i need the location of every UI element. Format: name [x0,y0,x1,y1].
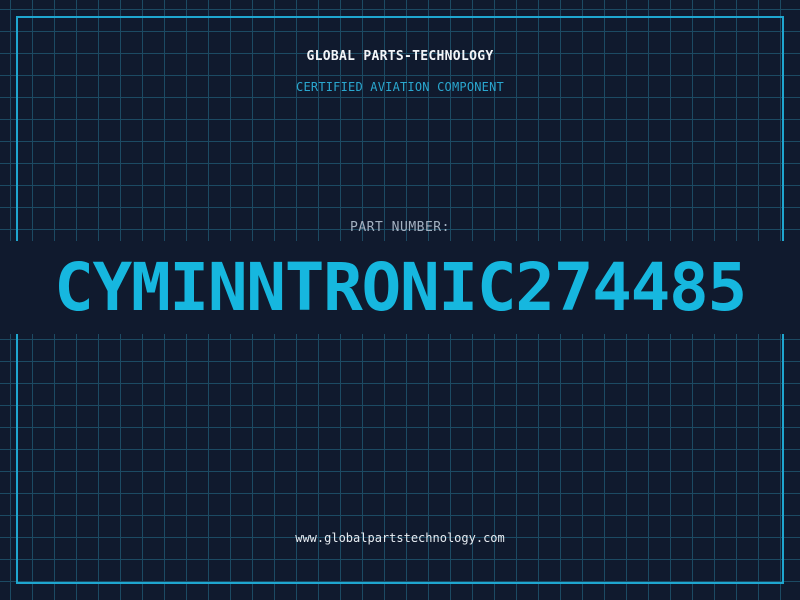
brand-name: GLOBAL PARTS-TECHNOLOGY [306,49,494,64]
part-number-label: PART NUMBER: [350,220,450,235]
part-number-value: CYMINNTRONIC274485 [54,249,747,326]
certification-tagline: CERTIFIED AVIATION COMPONENT [296,80,504,94]
website-url: www.globalpartstechnology.com [295,531,505,545]
part-number-band: CYMINNTRONIC274485 [0,241,800,334]
label-canvas: GLOBAL PARTS-TECHNOLOGY CERTIFIED AVIATI… [0,0,800,600]
